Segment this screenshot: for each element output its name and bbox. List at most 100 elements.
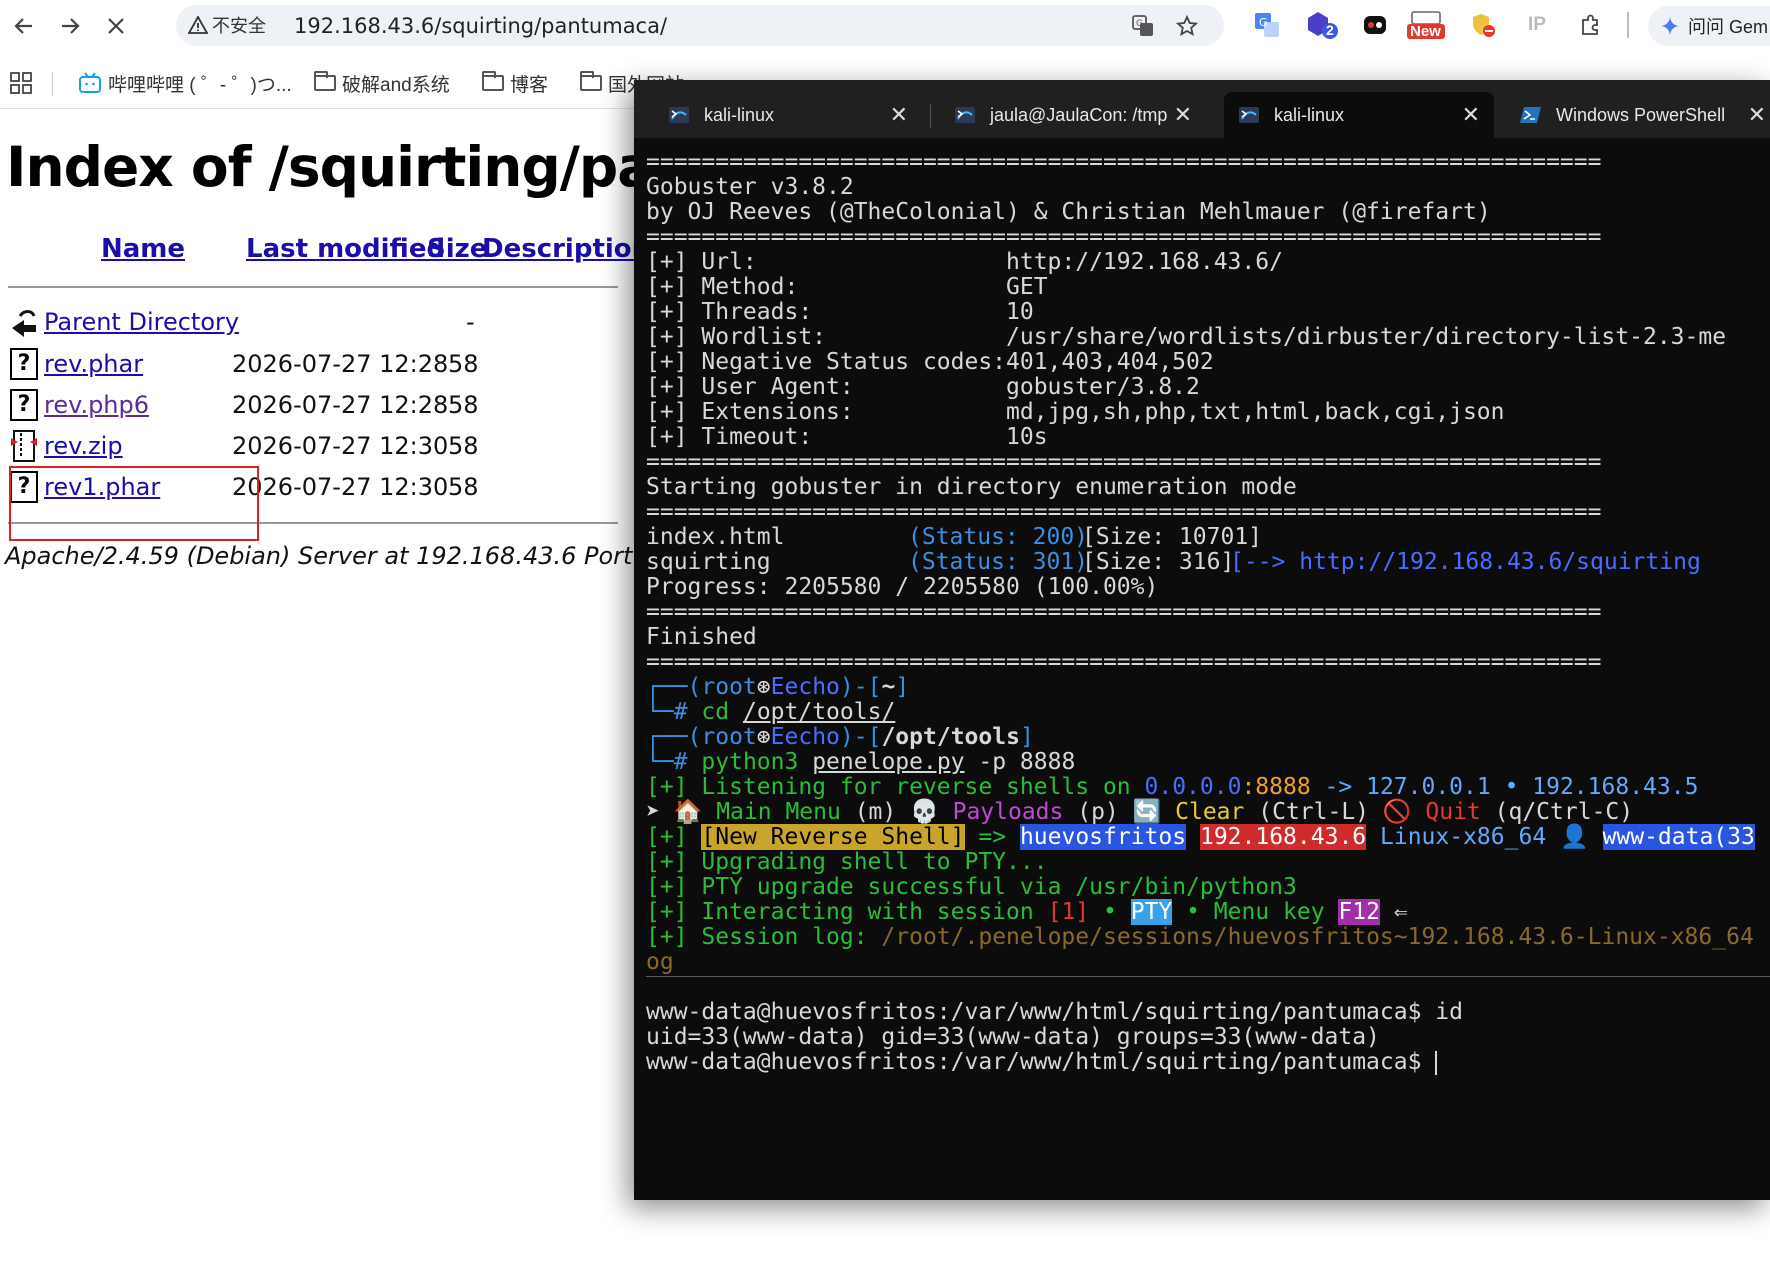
column-last-modified-link[interactable]: Last modified	[246, 234, 445, 264]
bookmarks-divider	[52, 72, 53, 96]
session-log-line: [+] Session log: /root/.penelope/session…	[646, 924, 1754, 950]
kali-icon	[1239, 107, 1259, 123]
result-path: squirting	[646, 549, 771, 575]
tab-close-icon[interactable]: ✕	[1748, 102, 1766, 128]
apps-grid-icon[interactable]	[10, 70, 32, 96]
table-row: ? rev.phar 2026-07-27 12:28 58	[8, 348, 628, 382]
back-button[interactable]	[8, 10, 40, 42]
file-size: 58	[448, 391, 479, 419]
powershell-icon	[1520, 107, 1541, 123]
column-name-link[interactable]: Name	[101, 234, 185, 264]
terminal-tab[interactable]: jaula@JaulaCon: /tmp ✕	[940, 94, 1206, 136]
back-arrow-icon	[14, 18, 32, 34]
separator-line: ========================================…	[646, 449, 1602, 475]
block-extension-icon[interactable]	[1468, 10, 1498, 40]
gobuster-version: Gobuster v3.8.2	[646, 174, 854, 200]
file-link[interactable]: rev.phar	[44, 350, 143, 378]
file-link[interactable]: rev.php6	[44, 391, 149, 419]
bookmark-folder-crack[interactable]: 破解and系统	[314, 70, 450, 96]
column-description-link[interactable]: Description	[482, 234, 650, 264]
column-size-link[interactable]: Size	[427, 234, 487, 264]
tab-close-icon[interactable]: ✕	[890, 102, 908, 128]
parent-directory-link[interactable]: Parent Directory	[44, 308, 239, 336]
svg-text:G: G	[1259, 16, 1268, 29]
forward-button[interactable]	[54, 10, 86, 42]
command-line: └─# cd /opt/tools/	[646, 699, 896, 725]
bookmark-folder-blog[interactable]: 博客	[482, 70, 548, 96]
option-value: md,jpg,sh,php,txt,html,back,cgi,json	[1006, 399, 1505, 425]
red-highlight-box	[9, 466, 259, 541]
translate-icon[interactable]: G	[1132, 15, 1154, 37]
terminal-window: kali-linux ✕ jaula@JaulaCon: /tmp ✕ kali…	[634, 80, 1770, 1200]
hexagon-extension-icon[interactable]: 2	[1304, 10, 1340, 40]
compressed-file-icon	[11, 430, 37, 462]
file-size: 58	[448, 473, 479, 501]
separator-line: ========================================…	[646, 649, 1602, 675]
listening-line: [+] Listening for reverse shells on 0.0.…	[646, 774, 1699, 800]
address-bar[interactable]: 不安全 192.168.43.6/squirting/pantumaca/ G	[176, 5, 1224, 46]
game-extension-icon[interactable]	[1360, 10, 1390, 40]
google-translate-extension-icon[interactable]: G	[1252, 10, 1282, 40]
menu-line: ➤ 🏠 Main Menu (m) 💀 Payloads (p) 🔄 Clear…	[646, 799, 1634, 825]
puzzle-extensions-icon[interactable]	[1576, 10, 1606, 40]
header-divider	[8, 286, 618, 288]
gobuster-authors: by OJ Reeves (@TheColonial) & Christian …	[646, 199, 1491, 225]
user-icon: 👤	[1560, 824, 1589, 850]
tab-close-icon[interactable]: ✕	[1174, 102, 1192, 128]
terminal-output[interactable]: ========================================…	[646, 148, 1770, 1198]
unknown-file-icon: ?	[10, 389, 38, 421]
kali-icon	[669, 107, 689, 123]
browser-toolbar: 不安全 192.168.43.6/squirting/pantumaca/ G …	[0, 0, 1770, 50]
unknown-file-icon: ?	[10, 348, 38, 380]
option-value: GET	[1006, 274, 1048, 300]
terminal-tab-strip: kali-linux ✕ jaula@JaulaCon: /tmp ✕ kali…	[634, 80, 1770, 138]
result-redirect: [--> http://192.168.43.6/squirting	[1230, 549, 1701, 575]
terminal-tab[interactable]: kali-linux ✕	[654, 94, 922, 136]
new-shell-line: [+] [New Reverse Shell] => huevosfritos …	[646, 824, 1755, 850]
shell-line: www-data@huevosfritos:/var/www/html/squi…	[646, 999, 1463, 1025]
file-modified: 2026-07-27 12:28	[232, 350, 449, 378]
option-value: /usr/share/wordlists/dirbuster/directory…	[1006, 324, 1727, 350]
session-divider	[646, 976, 1770, 977]
prohibited-icon: 🚫	[1382, 799, 1412, 825]
separator-line: ========================================…	[646, 149, 1602, 175]
file-modified: 2026-07-27 12:30	[232, 432, 449, 460]
option-value: 10	[1006, 299, 1034, 325]
terminal-tab-active[interactable]: kali-linux ✕	[1224, 92, 1494, 138]
stop-button[interactable]	[100, 10, 132, 42]
refresh-icon: 🔄	[1132, 799, 1162, 825]
interacting-line: [+] Interacting with session [1] • PTY •…	[646, 899, 1408, 925]
result-status: (Status: 200)	[908, 524, 1089, 550]
upgrading-line: [+] Upgrading shell to PTY...	[646, 849, 1048, 875]
option-line: [+] Wordlist:	[646, 324, 827, 350]
shell-line: uid=33(www-data) gid=33(www-data) groups…	[646, 1024, 1380, 1050]
security-indicator[interactable]: 不安全	[188, 14, 266, 36]
option-line: [+] Threads:	[646, 299, 813, 325]
separator-line: ========================================…	[646, 599, 1602, 625]
kali-icon	[955, 107, 975, 123]
bookmark-bilibili[interactable]: 哔哩哔哩 ( ゜- ゜)つ...	[78, 70, 292, 96]
gemini-button[interactable]: 问问 Gem	[1648, 6, 1770, 46]
option-line: [+] User Agent:	[646, 374, 854, 400]
svg-text:G: G	[1136, 19, 1143, 29]
separator-icon	[1626, 10, 1630, 40]
folder-icon	[314, 71, 336, 91]
extension-badge-count: 2	[1326, 22, 1334, 38]
ip-extension-icon[interactable]: IP	[1522, 10, 1552, 40]
file-link[interactable]: rev.zip	[44, 432, 123, 460]
directory-index-page: Index of /squirting/pantumaca/ Name Last…	[0, 110, 935, 1282]
tab-separator	[930, 104, 931, 128]
finished-line: Finished	[646, 624, 757, 650]
sparkle-icon	[1660, 16, 1680, 36]
option-line: [+] Negative Status codes:	[646, 349, 1007, 375]
bookmark-star-icon[interactable]	[1176, 15, 1198, 37]
new-extension-icon[interactable]: New	[1404, 10, 1448, 40]
warning-icon	[188, 16, 208, 34]
shell-prompt[interactable]: www-data@huevosfritos:/var/www/html/squi…	[646, 1048, 1438, 1076]
option-line: [+] Timeout:	[646, 424, 813, 450]
terminal-tab[interactable]: Windows PowerShell ✕	[1506, 94, 1770, 136]
tab-close-icon[interactable]: ✕	[1462, 102, 1480, 128]
skull-icon: 💀	[910, 799, 939, 825]
result-size: [Size: 316]	[1082, 549, 1235, 575]
url-text[interactable]: 192.168.43.6/squirting/pantumaca/	[294, 14, 667, 38]
